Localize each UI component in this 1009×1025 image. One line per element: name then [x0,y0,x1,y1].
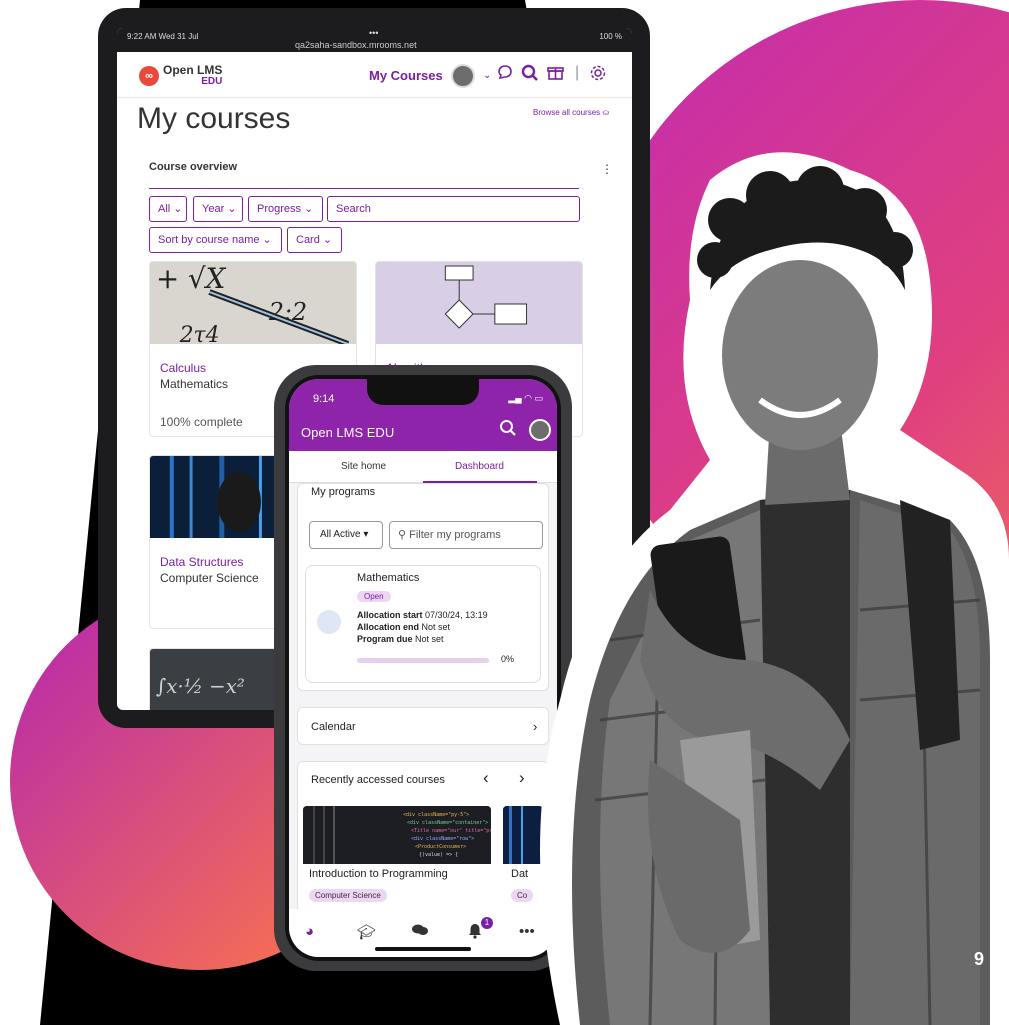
home-indicator [375,947,471,951]
browse-icon: ⛀ [602,108,610,117]
allocation-start: Allocation start 07/30/24, 13:19 [357,610,488,620]
messages-icon[interactable] [411,923,429,941]
phone-status-time: 9:14 [313,393,335,405]
browse-all-courses-link[interactable]: Browse all courses ⛀ [533,108,609,117]
search-icon: ⚲ [398,529,407,541]
url-bar[interactable]: qa2saha-sandbox.mrooms.net [295,40,417,50]
program-progress-bar [357,658,489,663]
course-image: + √X 2:2 2τ4 [150,262,356,348]
tab-dashboard[interactable]: Dashboard [455,461,504,472]
phone-screen: 9:14 ▂▄ ◠ ▭ Open LMS EDU Site home Dashb… [289,379,557,957]
student-photo [540,152,1009,1025]
phone-notch [367,379,479,405]
chat-icon[interactable] [497,64,513,85]
app-brand-title: Open LMS EDU [301,425,395,440]
svg-text:2τ4: 2τ4 [179,323,220,344]
logo-name: Open LMS EDU [163,63,223,87]
program-progress-value: 0% [501,654,515,664]
status-badge: Open [357,591,391,602]
course-category-badge: Computer Science [309,889,387,902]
dashboard-icon[interactable]: ◕ [305,923,314,940]
filter-year-dropdown[interactable]: Year ⌄ [193,196,243,222]
sort-dropdown[interactable]: Sort by course name ⌄ [149,227,282,253]
svg-text:<div className="row">: <div className="row"> [411,836,474,842]
svg-text:{(value) => {: {(value) => { [419,852,458,858]
divider: | [575,64,580,81]
phone-tabs: Site home Dashboard [289,451,557,483]
svg-text:<ProductConsumer>: <ProductConsumer> [415,844,466,850]
search-icon[interactable] [499,419,517,442]
my-programs-heading: My programs [311,486,376,498]
tab-site-home[interactable]: Site home [341,461,386,472]
allocation-end: Allocation end Not set [357,622,451,632]
battery-indicator: 100 % [599,32,622,41]
phone-app-header: 9:14 ▂▄ ◠ ▭ Open LMS EDU [289,379,557,451]
tablet-status-bar: 9:22 AM Wed 31 Jul ••• qa2saha-sandbox.m… [117,28,632,52]
program-title[interactable]: Mathematics [357,572,419,584]
notification-badge: 1 [481,917,493,929]
search-icon[interactable] [521,64,539,87]
program-icon [317,610,341,634]
program-status-select[interactable]: All Active ▾ [309,521,383,549]
open-lms-logo[interactable]: ∞ Open LMS EDU [139,64,222,88]
logo-mark-icon: ∞ [139,66,159,86]
chevron-down-icon[interactable]: ⌄ [483,70,491,81]
overview-divider [149,188,579,189]
svg-text:∫x·½ −x²: ∫x·½ −x² [156,675,245,698]
graduation-cap-icon[interactable]: 🎓︎ [357,923,376,941]
course-overview-heading: Course overview [149,161,238,173]
program-due: Program due Not set [357,634,444,644]
filter-progress-dropdown[interactable]: Progress ⌄ [248,196,323,222]
page-title: My courses [137,102,291,135]
svg-text:+ √X: + √X [156,262,227,295]
course-image: <div className="py-5"> <div className="c… [303,806,491,864]
calendar-heading: Calendar [311,721,356,733]
course-title[interactable]: Introduction to Programming [309,868,448,880]
status-dots: ••• [369,28,379,38]
svg-text:<div className="container">: <div className="container"> [407,820,488,826]
my-courses-link[interactable]: My Courses [369,68,443,83]
user-avatar[interactable] [451,64,475,88]
view-mode-dropdown[interactable]: Card ⌄ [287,227,342,253]
status-time: 9:22 AM Wed 31 Jul [127,32,199,41]
filter-all-dropdown[interactable]: All ⌄ [149,196,187,222]
page-number: 9 [973,949,984,969]
gear-icon[interactable] [589,64,607,87]
chevron-left-icon[interactable]: ‹ [483,768,489,788]
bell-icon[interactable] [467,923,483,943]
gift-icon[interactable] [547,64,564,86]
svg-text:<Title name="our" title="produ: <Title name="our" title="product [411,828,491,834]
svg-text:<div className="py-5">: <div className="py-5"> [403,812,469,818]
tablet-header: ∞ Open LMS EDU My Courses ⌄ | [117,52,632,98]
recent-courses-heading: Recently accessed courses [311,774,445,786]
